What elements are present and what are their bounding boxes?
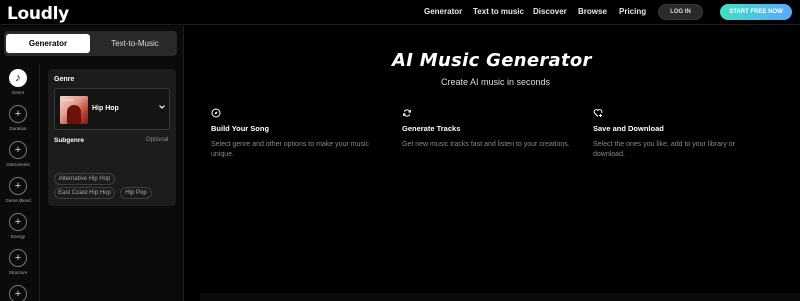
rail-label: Energy — [10, 234, 26, 239]
nav-discover[interactable]: Discover — [533, 7, 567, 16]
subgenre-title: Subgenre — [54, 137, 84, 144]
chip-hip-pop[interactable]: Hip Pop — [120, 187, 152, 199]
feature-desc: Select genre and other options to make y… — [211, 141, 369, 158]
rail-item-structure[interactable]: + Structure — [0, 249, 36, 275]
thumbnail-text: Hip Hop — [63, 98, 74, 102]
compass-icon — [211, 105, 221, 118]
page-title: AI Music Generator — [392, 50, 592, 71]
genre-title: Genre — [54, 76, 75, 83]
rail-item-energy[interactable]: + Energy — [0, 213, 36, 239]
plus-icon: + — [9, 105, 27, 123]
page-subtitle: Create AI music in seconds — [441, 77, 551, 87]
login-button[interactable]: LOG IN — [658, 4, 703, 20]
nav-pricing[interactable]: Pricing — [619, 7, 646, 16]
bottom-player-bar — [200, 293, 800, 301]
feature-title: Save and Download — [593, 124, 664, 133]
plus-icon: + — [9, 177, 27, 195]
rail-label: Genre — [11, 90, 25, 95]
rail-label: Structure — [8, 270, 28, 275]
nav-text-to-music[interactable]: Text to music — [473, 7, 524, 16]
plus-icon: + — [9, 285, 27, 301]
feature-save-and-download: Save and Download Select the ones you li… — [593, 105, 763, 160]
chip-alternative-hip-hop[interactable]: Alternative Hip Hop — [54, 173, 115, 185]
plus-icon: + — [9, 213, 27, 231]
figure-shape — [67, 105, 81, 124]
chip-east-coast-hip-hop[interactable]: East Coast Hip Hop — [54, 187, 115, 199]
feature-title: Generate Tracks — [402, 124, 461, 133]
genre-card: Genre Hip Hop Hip Hop Subgenre Optional … — [48, 69, 176, 206]
rail-item-genre-blend[interactable]: + Genre Blend — [0, 177, 36, 203]
chevron-down-icon — [158, 103, 166, 113]
feature-title: Build Your Song — [211, 124, 270, 133]
tab-text-to-music[interactable]: Text-to-Music — [94, 34, 176, 53]
feature-desc: Get new music tracks fast and listen to … — [402, 141, 570, 148]
rail-label: Duration — [9, 126, 27, 131]
nav-browse[interactable]: Browse — [578, 7, 607, 16]
start-free-button[interactable]: START FREE NOW — [720, 4, 792, 20]
tab-generator[interactable]: Generator — [6, 34, 90, 53]
rail-item-more[interactable]: + — [0, 285, 36, 301]
left-panel: Generator Text-to-Music ♪ Genre + Durati… — [0, 26, 184, 301]
rail-label: Genre Blend — [5, 198, 31, 203]
genre-select[interactable]: Hip Hop Hip Hop — [54, 88, 170, 130]
logo[interactable]: Loudly — [7, 4, 69, 24]
music-note-icon: ♪ — [9, 69, 27, 87]
genre-thumbnail: Hip Hop — [60, 96, 88, 124]
feature-desc: Select the ones you like, add to your li… — [593, 141, 736, 158]
feature-generate-tracks: Generate Tracks Get new music tracks fas… — [402, 105, 582, 150]
plus-icon: + — [9, 141, 27, 159]
plus-icon: + — [9, 249, 27, 267]
rail-label: Instruments — [6, 162, 30, 167]
nav-generator[interactable]: Generator — [424, 7, 462, 16]
heart-plus-icon — [593, 105, 603, 117]
option-rail: ♪ Genre + Duration + Instruments + Genre… — [0, 64, 40, 301]
mode-tabs: Generator Text-to-Music — [4, 31, 177, 56]
feature-build-your-song: Build Your Song Select genre and other o… — [211, 105, 391, 160]
rail-item-genre[interactable]: ♪ Genre — [0, 69, 36, 95]
rail-item-duration[interactable]: + Duration — [0, 105, 36, 131]
genre-value: Hip Hop — [92, 105, 119, 112]
top-navbar: Loudly Generator Text to music Discover … — [0, 0, 800, 25]
rail-item-instruments[interactable]: + Instruments — [0, 141, 36, 167]
optional-label: Optional — [146, 137, 169, 143]
refresh-icon — [402, 105, 412, 117]
